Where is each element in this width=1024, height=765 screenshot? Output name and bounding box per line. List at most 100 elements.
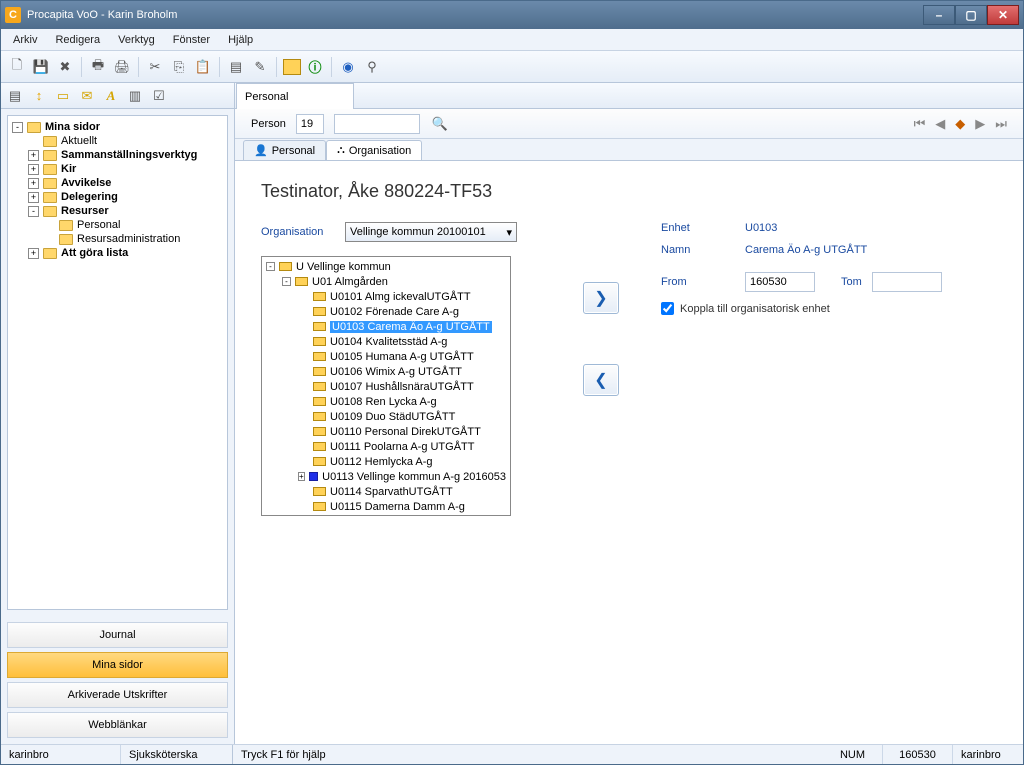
left-pane: ▤ ↕ ▭ ✉ A ▥ ☑ - Mina sidor Aktuellt+Samm…: [1, 83, 235, 744]
window-controls: – ▢ ✕: [923, 5, 1019, 25]
folder-icon[interactable]: ▭: [53, 86, 73, 106]
person-icon: 👤: [254, 144, 268, 157]
koppla-checkbox[interactable]: [661, 302, 674, 315]
menu-arkiv[interactable]: Arkiv: [5, 32, 45, 48]
status-user: karinbro: [1, 745, 121, 764]
maximize-button[interactable]: ▢: [955, 5, 987, 25]
menu-redigera[interactable]: Redigera: [47, 32, 108, 48]
person-label: Person: [251, 118, 286, 130]
org-tree-item[interactable]: U0101 Almg ickevalUTGÅTT: [296, 289, 508, 304]
btn-journal[interactable]: Journal: [7, 622, 228, 648]
inner-tab-personal[interactable]: 👤 Personal: [243, 140, 326, 160]
tree-item[interactable]: Personal: [44, 218, 223, 232]
cut-icon[interactable]: ✂: [145, 57, 165, 77]
toggle-icon[interactable]: ▤: [5, 86, 25, 106]
org-tree[interactable]: -U Vellinge kommun-U01 AlmgårdenU0101 Al…: [261, 256, 511, 516]
wand-icon[interactable]: ✎: [250, 57, 270, 77]
tree-item[interactable]: Aktuellt: [28, 134, 223, 148]
delete-icon[interactable]: ✖: [55, 57, 75, 77]
tree-item[interactable]: +Delegering: [28, 190, 223, 204]
menu-bar: Arkiv Redigera Verktyg Fönster Hjälp: [1, 29, 1023, 51]
org-tree-item[interactable]: U0114 SparvathUTGÅTT: [296, 484, 508, 499]
tree-item[interactable]: Resursadministration: [44, 232, 223, 246]
tom-input[interactable]: [872, 272, 942, 292]
org-select[interactable]: Vellinge kommun 20100101 ▾: [345, 222, 517, 242]
org-tree-item[interactable]: U0103 Carema Äo A-g UTGÅTT: [296, 319, 508, 334]
app-icon: C: [5, 7, 21, 23]
org-tree-item[interactable]: U0116 Unglans hemhjälp A-g: [296, 514, 508, 516]
org-tree-item[interactable]: U0109 Duo StädUTGÅTT: [296, 409, 508, 424]
org-tree-item[interactable]: +U0113 Vellinge kommun A-g 2016053: [296, 469, 508, 484]
tree-item[interactable]: +Avvikelse: [28, 176, 223, 190]
minimize-button[interactable]: –: [923, 5, 955, 25]
enhet-value: U0103: [745, 222, 777, 234]
main-toolbar: 🗋 💾 ✖ 🖶 🖨 ✂ ⎘ 📋 ▤ ✎ ⓘ ◉ ⚲: [1, 51, 1023, 83]
status-user2: karinbro: [953, 745, 1023, 764]
prev-icon[interactable]: ◀: [935, 116, 945, 132]
print-icon[interactable]: 🖶: [88, 57, 108, 77]
from-input[interactable]: [745, 272, 815, 292]
paste-icon[interactable]: 📋: [193, 57, 213, 77]
org-tree-item[interactable]: -U Vellinge kommun: [264, 259, 508, 274]
org-tree-item[interactable]: U0111 Poolarna A-g UTGÅTT: [296, 439, 508, 454]
org-tree-item[interactable]: -U01 Almgården: [280, 274, 508, 289]
org-tree-item[interactable]: U0110 Personal DirekUTGÅTT: [296, 424, 508, 439]
current-icon[interactable]: ◆: [955, 116, 965, 132]
inner-tabs: 👤 Personal ⛬ Organisation: [235, 139, 1023, 161]
info-icon[interactable]: ⓘ: [305, 57, 325, 77]
tree-root[interactable]: - Mina sidor: [12, 120, 223, 134]
highlight-icon[interactable]: [283, 59, 301, 75]
mail-icon[interactable]: ✉: [77, 86, 97, 106]
content-area: Testinator, Åke 880224-TF53 Organisation…: [235, 161, 1023, 744]
person-id-input[interactable]: [296, 114, 324, 134]
assign-left-button[interactable]: ❮: [583, 364, 619, 396]
sort-icon[interactable]: ↕: [29, 86, 49, 106]
btn-webblankar[interactable]: Webblänkar: [7, 712, 228, 738]
font-icon[interactable]: A: [101, 86, 121, 106]
close-button[interactable]: ✕: [987, 5, 1019, 25]
side-tree[interactable]: - Mina sidor Aktuellt+Sammanställningsve…: [7, 115, 228, 610]
btn-mina-sidor[interactable]: Mina sidor: [7, 652, 228, 678]
org-tree-item[interactable]: U0115 Damerna Damm A-g: [296, 499, 508, 514]
right-pane: Personal Person 🔍 ⏮ ◀ ◆ ▶ ⏭ 👤 Personal: [235, 83, 1023, 744]
org-icon: ⛬: [337, 144, 345, 157]
tree-item[interactable]: +Att göra lista: [28, 246, 223, 260]
tool-icon[interactable]: ⚲: [362, 57, 382, 77]
form-icon[interactable]: ▤: [226, 57, 246, 77]
menu-verktyg[interactable]: Verktyg: [110, 32, 163, 48]
org-tree-item[interactable]: U0102 Förenade Care A-g: [296, 304, 508, 319]
last-icon[interactable]: ⏭: [995, 116, 1007, 132]
org-tree-item[interactable]: U0112 Hemlycka A-g: [296, 454, 508, 469]
org-tree-item[interactable]: U0105 Humana A-g UTGÅTT: [296, 349, 508, 364]
menu-hjalp[interactable]: Hjälp: [220, 32, 261, 48]
left-buttons: Journal Mina sidor Arkiverade Utskrifter…: [1, 616, 234, 744]
inner-tab-organisation[interactable]: ⛬ Organisation: [326, 140, 422, 160]
menu-fonster[interactable]: Fönster: [165, 32, 218, 48]
help-icon[interactable]: ◉: [338, 57, 358, 77]
note-icon[interactable]: ▥: [125, 86, 145, 106]
new-icon[interactable]: 🗋: [7, 57, 27, 77]
window-title: Procapita VoO - Karin Broholm: [27, 9, 177, 21]
check-icon[interactable]: ☑: [149, 86, 169, 106]
person-search-input[interactable]: [334, 114, 420, 134]
next-icon[interactable]: ▶: [975, 116, 985, 132]
org-label: Organisation: [261, 226, 345, 238]
btn-arkiverade[interactable]: Arkiverade Utskrifter: [7, 682, 228, 708]
org-tree-item[interactable]: U0107 HushållsnäraUTGÅTT: [296, 379, 508, 394]
org-tree-item[interactable]: U0104 Kvalitetsstäd A-g: [296, 334, 508, 349]
first-icon[interactable]: ⏮: [914, 116, 926, 132]
save-icon[interactable]: 💾: [31, 57, 51, 77]
namn-value: Carema Äo A-g UTGÅTT: [745, 244, 867, 256]
org-tree-item[interactable]: U0108 Ren Lycka A-g: [296, 394, 508, 409]
tree-item[interactable]: +Sammanställningsverktyg: [28, 148, 223, 162]
copy-icon[interactable]: ⎘: [169, 57, 189, 77]
tab-personal[interactable]: Personal: [236, 83, 354, 109]
tree-item[interactable]: +Kir: [28, 162, 223, 176]
koppla-label: Koppla till organisatorisk enhet: [680, 303, 830, 315]
assign-right-button[interactable]: ❯: [583, 282, 619, 314]
namn-label: Namn: [661, 244, 745, 256]
print-preview-icon[interactable]: 🖨: [112, 57, 132, 77]
lookup-icon[interactable]: 🔍: [430, 114, 450, 134]
tree-item[interactable]: -Resurser: [28, 204, 223, 218]
org-tree-item[interactable]: U0106 Wimix A-g UTGÅTT: [296, 364, 508, 379]
